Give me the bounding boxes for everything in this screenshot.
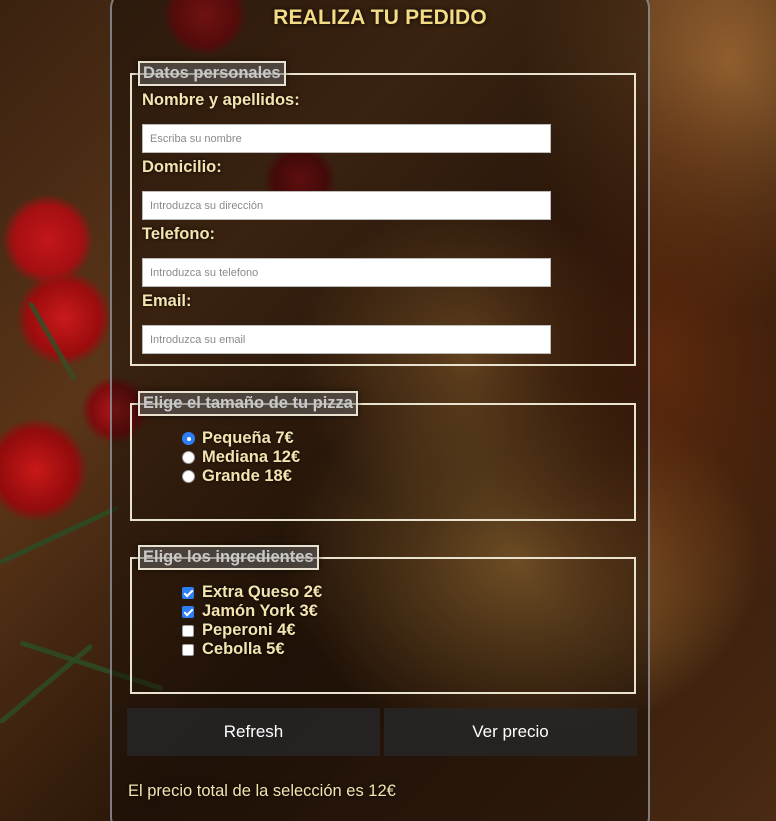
ham-label: Jamón York 3€ [202, 602, 318, 620]
size-option-large[interactable]: Grande 18€ [182, 467, 292, 486]
pizza-size-legend: Elige el tamaño de tu pizza [138, 391, 358, 416]
email-label: Email: [142, 292, 192, 310]
email-input[interactable] [142, 325, 551, 354]
total-price-text: El precio total de la selección es 12€ [128, 782, 396, 800]
form-title: REALIZA TU PEDIDO [273, 6, 487, 29]
size-option-medium[interactable]: Mediana 12€ [182, 448, 300, 467]
size-large-label: Grande 18€ [202, 467, 292, 485]
refresh-button[interactable]: Refresh [127, 708, 380, 756]
view-price-button[interactable]: Ver precio [384, 708, 637, 756]
size-option-small[interactable]: Pequeña 7€ [182, 429, 294, 448]
size-small-label: Pequeña 7€ [202, 429, 294, 447]
size-medium-radio[interactable] [182, 451, 195, 464]
order-form: REALIZA TU PEDIDO Datos personales Nombr… [110, 0, 650, 821]
extra-cheese-label: Extra Queso 2€ [202, 583, 323, 601]
extra-cheese-checkbox[interactable] [182, 586, 194, 599]
size-medium-label: Mediana 12€ [202, 448, 301, 466]
ingredient-onion[interactable]: Cebolla 5€ [182, 640, 285, 659]
size-small-radio[interactable] [182, 432, 195, 445]
rosemary-sprig [0, 505, 119, 565]
personal-data-legend: Datos personales [138, 61, 286, 86]
pizza-size-fieldset: Elige el tamaño de tu pizza Pequeña 7€ M… [130, 391, 636, 521]
ingredient-pepperoni[interactable]: Peperoni 4€ [182, 621, 296, 640]
ham-checkbox[interactable] [182, 605, 194, 618]
phone-label: Telefono: [142, 225, 216, 243]
ingredient-ham[interactable]: Jamón York 3€ [182, 602, 318, 621]
ingredient-extra-cheese[interactable]: Extra Queso 2€ [182, 583, 322, 602]
name-input[interactable] [142, 124, 551, 153]
phone-input[interactable] [142, 258, 551, 287]
personal-data-fieldset: Datos personales Nombre y apellidos: Dom… [130, 61, 636, 366]
address-label: Domicilio: [142, 158, 222, 176]
ingredients-legend: Elige los ingredientes [138, 545, 319, 570]
tomato-vine [27, 301, 78, 382]
pepperoni-checkbox[interactable] [182, 624, 194, 637]
size-large-radio[interactable] [182, 470, 195, 483]
pepperoni-label: Peperoni 4€ [202, 621, 296, 639]
address-input[interactable] [142, 191, 551, 220]
ingredients-fieldset: Elige los ingredientes Extra Queso 2€ Ja… [130, 545, 636, 694]
rosemary-sprig [0, 643, 94, 725]
onion-label: Cebolla 5€ [202, 640, 285, 658]
name-label: Nombre y apellidos: [142, 91, 300, 109]
onion-checkbox[interactable] [182, 643, 194, 656]
